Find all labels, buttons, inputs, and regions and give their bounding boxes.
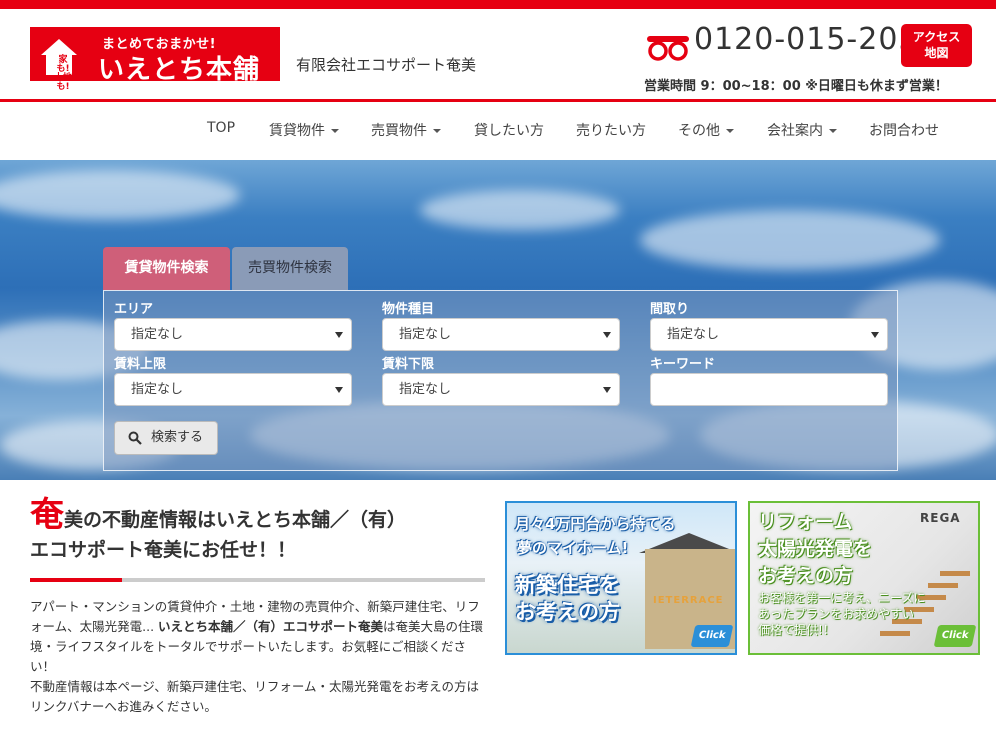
- access-map-button[interactable]: アクセス 地図: [901, 24, 972, 67]
- layout-select[interactable]: 指定なし: [650, 318, 888, 351]
- reform-solar-banner[interactable]: REGA リフォーム 太陽光発電を お考えの方 お客様を第一に考え、ニーズに あ…: [748, 501, 980, 655]
- banner-new-big1: 新築住宅を: [515, 573, 620, 597]
- logo-name: いえとち本舗: [98, 55, 261, 85]
- phone-number[interactable]: 0120-015-205: [694, 22, 919, 57]
- layout-label: 間取り: [650, 302, 690, 317]
- banner-new-big2: お考えの方: [515, 600, 620, 624]
- nav-item-sale[interactable]: 売買物件: [371, 120, 441, 140]
- rent-min-select[interactable]: 指定なし: [382, 373, 620, 406]
- nav-label: お問合わせ: [869, 123, 939, 139]
- layout-select-value: 指定なし: [667, 327, 720, 342]
- nav-label: 賃貸物件: [269, 123, 325, 139]
- dropdown-arrow-icon: [871, 332, 879, 338]
- intro-heading-initial: 奄: [30, 495, 64, 535]
- business-hours: 営業時間 9：00~18：00 ※日曜日も休まず営業！: [644, 79, 948, 94]
- click-badge: Click: [933, 625, 977, 647]
- tab-sale-search[interactable]: 売買物件検索: [232, 247, 348, 290]
- intro-heading: 奄美の不動産情報はいえとち本舗／（有） エコサポート奄美にお任せ！！: [30, 498, 490, 565]
- type-select-value: 指定なし: [399, 327, 452, 342]
- tab-rental-search[interactable]: 賃貸物件検索: [103, 247, 230, 290]
- nav-item-lend[interactable]: 貸したい方: [474, 120, 544, 140]
- banner-reform-desc1: お客様を第一に考え、ニーズに: [758, 591, 926, 605]
- caret-down-icon: [433, 129, 441, 133]
- intro-text-part3: 不動産情報は本ページ、新築戸建住宅、リフォーム・太陽光発電をお考えの方はリンクバ…: [30, 679, 480, 714]
- nav-item-rental[interactable]: 賃貸物件: [269, 120, 339, 140]
- nav-label: 貸したい方: [474, 123, 544, 139]
- main-nav: TOP 賃貸物件 売買物件 貸したい方 売りたい方 その他 会社案内 お問合わせ: [0, 102, 996, 160]
- banner-reform-desc3: 価格で提供!！: [758, 623, 835, 637]
- area-select-value: 指定なし: [131, 327, 184, 342]
- banner-reform-line1: リフォーム: [758, 511, 853, 533]
- banner-reform-desc2: あったプランをお求めやすい: [758, 607, 915, 621]
- top-accent-bar: [0, 0, 996, 9]
- banner-reform-line2: 太陽光発電を: [758, 538, 873, 560]
- cloud: [420, 190, 620, 230]
- search-icon: [128, 431, 142, 445]
- banner-new-line1: 月々4万円台から持てる: [515, 515, 676, 533]
- type-select[interactable]: 指定なし: [382, 318, 620, 351]
- ieterrace-logo: IETERRACE: [653, 595, 724, 606]
- rent-max-label: 賃料上限: [114, 357, 167, 372]
- site-header: 家も! 土地も! まとめておまかせ! いえとち本舗 有限会社エコサポート奄美 01…: [0, 9, 996, 101]
- nav-label: 売買物件: [371, 123, 427, 139]
- nav-item-sell[interactable]: 売りたい方: [576, 120, 646, 140]
- banner-new-line2: 夢のマイホーム!: [517, 539, 629, 557]
- nav-label: 会社案内: [767, 123, 823, 139]
- caret-down-icon: [829, 129, 837, 133]
- intro-heading-line1: 美の不動産情報はいえとち本舗／（有）: [64, 509, 407, 531]
- rega-logo: REGA: [920, 511, 961, 525]
- nav-label: その他: [678, 123, 720, 139]
- nav-item-contact[interactable]: お問合わせ: [869, 120, 939, 140]
- search-button[interactable]: 検索する: [114, 421, 218, 455]
- company-name: 有限会社エコサポート奄美: [296, 56, 477, 74]
- dropdown-arrow-icon: [603, 387, 611, 393]
- cloud: [0, 170, 240, 220]
- access-label: アクセス: [912, 30, 961, 44]
- search-button-label: 検索する: [151, 430, 204, 445]
- caret-down-icon: [726, 129, 734, 133]
- area-select[interactable]: 指定なし: [114, 318, 352, 351]
- dropdown-arrow-icon: [603, 332, 611, 338]
- free-dial-icon: [647, 36, 689, 61]
- banner-reform-description: お客様を第一に考え、ニーズに あったプランをお求めやすい 価格で提供!！: [758, 590, 925, 638]
- dropdown-arrow-icon: [335, 332, 343, 338]
- search-panel: エリア 指定なし 物件種目 指定なし 間取り 指定なし 賃料上限 指定なし 賃料…: [103, 290, 898, 471]
- rent-max-select[interactable]: 指定なし: [114, 373, 352, 406]
- new-home-banner[interactable]: 月々4万円台から持てる 夢のマイホーム! 新築住宅を お考えの方 IETERRA…: [505, 501, 737, 655]
- heading-underline-accent: [30, 578, 122, 582]
- nav-label: TOP: [207, 120, 236, 136]
- nav-item-top[interactable]: TOP: [207, 120, 235, 136]
- nav-item-company[interactable]: 会社案内: [767, 120, 837, 140]
- logo-house-text: 家も! 土地も!: [53, 55, 72, 92]
- keyword-input[interactable]: [650, 373, 888, 406]
- area-label: エリア: [114, 302, 154, 317]
- nav-label: 売りたい方: [576, 123, 646, 139]
- intro-heading-line2: エコサポート奄美にお任せ！！: [30, 539, 297, 561]
- rent-min-select-value: 指定なし: [399, 382, 452, 397]
- intro-text-bold: いえとち本舗／（有）エコサポート奄美: [158, 619, 384, 634]
- site-logo[interactable]: 家も! 土地も! まとめておまかせ! いえとち本舗: [30, 27, 280, 92]
- type-label: 物件種目: [382, 302, 435, 317]
- click-badge: Click: [690, 625, 734, 647]
- dropdown-arrow-icon: [335, 387, 343, 393]
- nav-item-other[interactable]: その他: [678, 120, 734, 140]
- rent-min-label: 賃料下限: [382, 357, 435, 372]
- banner-reform-line3: お考えの方: [758, 565, 854, 587]
- rent-max-select-value: 指定なし: [131, 382, 184, 397]
- cloud: [640, 210, 940, 270]
- intro-paragraph: アパート・マンションの賃貸仲介・土地・建物の売買仲介、新築戸建住宅、リフォーム、…: [30, 597, 485, 717]
- caret-down-icon: [331, 129, 339, 133]
- keyword-label: キーワード: [650, 357, 716, 372]
- map-label: 地図: [924, 46, 949, 60]
